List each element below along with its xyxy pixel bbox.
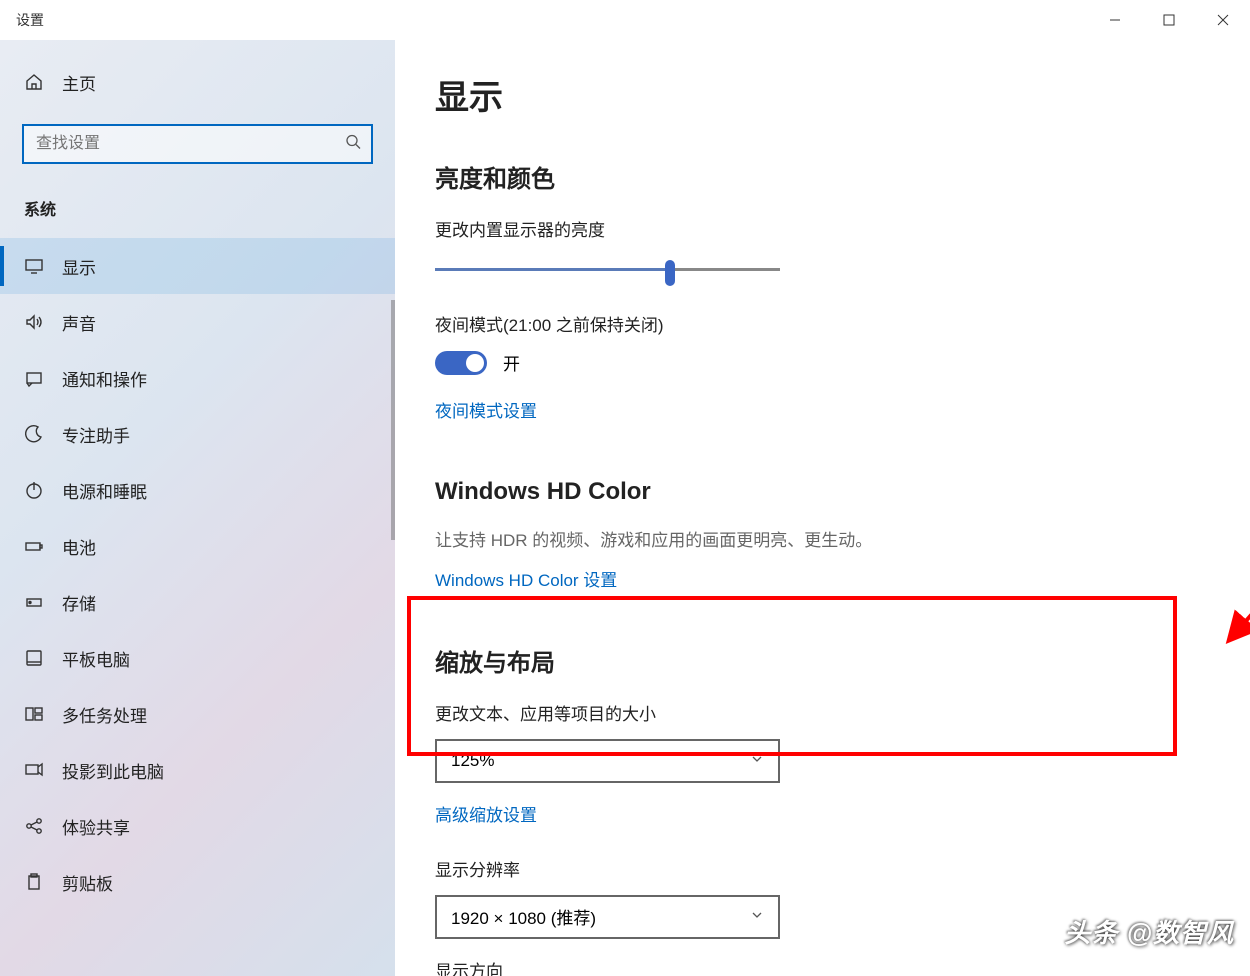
- resolution-select[interactable]: 1920 × 1080 (推荐): [435, 895, 780, 939]
- close-button[interactable]: [1196, 0, 1250, 40]
- resolution-value: 1920 × 1080 (推荐): [451, 904, 596, 929]
- sidebar-home[interactable]: 主页: [0, 54, 395, 110]
- power-icon: [24, 480, 44, 500]
- night-mode-toggle[interactable]: [435, 351, 487, 375]
- sidebar-item-sound[interactable]: 声音: [0, 294, 395, 350]
- scale-select[interactable]: 125%: [435, 739, 780, 783]
- sidebar-item-battery[interactable]: 电池: [0, 518, 395, 574]
- orientation-label: 显示方向: [435, 957, 1210, 976]
- monitor-icon: [24, 256, 44, 276]
- notification-icon: [24, 368, 44, 388]
- brightness-heading: 亮度和颜色: [435, 159, 1210, 194]
- sidebar-item-label: 多任务处理: [62, 702, 147, 727]
- sidebar-item-notifications[interactable]: 通知和操作: [0, 350, 395, 406]
- sidebar-item-label: 显示: [62, 254, 96, 279]
- maximize-button[interactable]: [1142, 0, 1196, 40]
- sidebar-item-label: 体验共享: [62, 814, 130, 839]
- sidebar-section-label: 系统: [0, 184, 395, 238]
- window-title: 设置: [16, 10, 44, 30]
- share-icon: [24, 816, 44, 836]
- moon-icon: [24, 424, 44, 444]
- sound-icon: [24, 312, 44, 332]
- sidebar-home-label: 主页: [62, 70, 96, 95]
- minimize-button[interactable]: [1088, 0, 1142, 40]
- sidebar: 主页 系统 显示 声音 通知和操作 专注助手: [0, 40, 395, 976]
- night-mode-label: 夜间模式(21:00 之前保持关闭): [435, 311, 1210, 336]
- sidebar-item-label: 声音: [62, 310, 96, 335]
- search-icon: [345, 134, 361, 155]
- page-title: 显示: [435, 70, 1210, 119]
- sidebar-item-shared-experiences[interactable]: 体验共享: [0, 798, 395, 854]
- night-mode-settings-link[interactable]: 夜间模式设置: [435, 397, 537, 422]
- sidebar-item-label: 电源和睡眠: [62, 478, 147, 503]
- scale-heading: 缩放与布局: [435, 643, 1210, 678]
- scale-value: 125%: [451, 751, 494, 771]
- sidebar-item-label: 剪贴板: [62, 870, 113, 895]
- sidebar-item-tablet[interactable]: 平板电脑: [0, 630, 395, 686]
- chevron-down-icon: [750, 907, 764, 927]
- sidebar-item-storage[interactable]: 存储: [0, 574, 395, 630]
- chevron-down-icon: [750, 751, 764, 771]
- watermark: 头条 @数智风: [1064, 913, 1234, 950]
- sidebar-item-focus-assist[interactable]: 专注助手: [0, 406, 395, 462]
- storage-icon: [24, 592, 44, 612]
- sidebar-item-label: 投影到此电脑: [62, 758, 164, 783]
- sidebar-item-label: 通知和操作: [62, 366, 147, 391]
- sidebar-item-multitasking[interactable]: 多任务处理: [0, 686, 395, 742]
- home-icon: [24, 72, 44, 92]
- night-mode-state: 开: [503, 350, 520, 375]
- brightness-label: 更改内置显示器的亮度: [435, 216, 1210, 241]
- sidebar-item-power[interactable]: 电源和睡眠: [0, 462, 395, 518]
- hdcolor-heading: Windows HD Color: [435, 478, 1210, 506]
- hdcolor-link[interactable]: Windows HD Color 设置: [435, 566, 617, 591]
- battery-icon: [24, 536, 44, 556]
- annotation-arrow: [1211, 468, 1250, 658]
- sidebar-item-project[interactable]: 投影到此电脑: [0, 742, 395, 798]
- multitask-icon: [24, 704, 44, 724]
- sidebar-item-label: 电池: [62, 534, 96, 559]
- sidebar-item-clipboard[interactable]: 剪贴板: [0, 854, 395, 910]
- sidebar-item-display[interactable]: 显示: [0, 238, 395, 294]
- scale-label: 更改文本、应用等项目的大小: [435, 700, 1210, 725]
- brightness-slider[interactable]: [435, 255, 780, 285]
- main-content: 显示 亮度和颜色 更改内置显示器的亮度 夜间模式(21:00 之前保持关闭) 开…: [395, 40, 1250, 976]
- resolution-label: 显示分辨率: [435, 856, 1210, 881]
- project-icon: [24, 760, 44, 780]
- hdcolor-desc: 让支持 HDR 的视频、游戏和应用的画面更明亮、更生动。: [435, 528, 1210, 554]
- search-input[interactable]: [22, 124, 373, 164]
- sidebar-item-label: 专注助手: [62, 422, 130, 447]
- clipboard-icon: [24, 872, 44, 892]
- sidebar-item-label: 存储: [62, 590, 96, 615]
- tablet-icon: [24, 648, 44, 668]
- sidebar-item-label: 平板电脑: [62, 646, 130, 671]
- advanced-scale-link[interactable]: 高级缩放设置: [435, 801, 537, 826]
